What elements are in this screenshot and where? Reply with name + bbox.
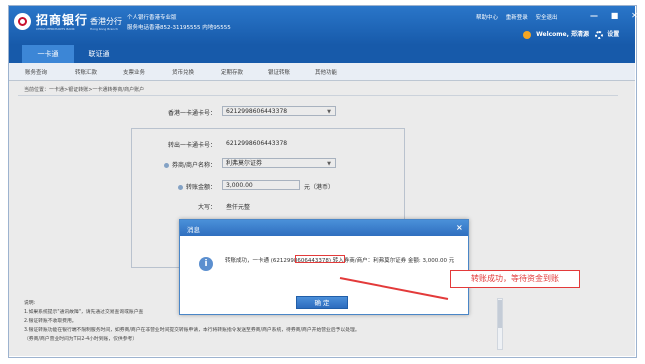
close-icon[interactable]: ×	[456, 223, 463, 232]
portal-title: 个人银行香港专业版	[127, 15, 177, 21]
subnav-transfer[interactable]: 转账汇款	[75, 68, 97, 76]
subnav-deposit[interactable]: 定期存款	[221, 68, 243, 76]
subnav-cheque[interactable]: 支票业务	[123, 68, 145, 76]
gear-icon[interactable]	[595, 30, 604, 39]
user-name: 郑清源	[571, 31, 590, 38]
welcome-text: Welcome,	[536, 31, 569, 38]
subnav-account-query[interactable]: 账务查询	[25, 68, 47, 76]
branch-name: 香港分行	[90, 17, 122, 26]
message-dialog: 消息 × i 转账成功，一卡通 (6212998606443378) 转入券商/…	[179, 219, 469, 315]
ok-button[interactable]: 确 定	[296, 296, 348, 309]
subnav-bank-securities[interactable]: 银证转账	[268, 68, 290, 76]
help-center-link[interactable]: 帮助中心	[476, 15, 498, 21]
bank-name: 招商银行	[36, 13, 89, 27]
settings-link[interactable]: 设置	[607, 31, 619, 38]
scrollbar-thumb[interactable]	[498, 300, 502, 328]
callout-note: 转账成功，等待资金到账	[450, 270, 580, 288]
notes-line: 3.银证转账功能在银行端不限制服务时间，如券商/商户在非营业时间提交转账申请，本…	[24, 328, 360, 333]
logout-link[interactable]: 安全退出	[536, 15, 558, 21]
dialog-title: 消息	[187, 226, 200, 234]
notes-line: （券商/商户营业时间为T日2-4小时到账，仅供参考）	[24, 337, 138, 342]
subnav-other[interactable]: 其他功能	[315, 68, 337, 76]
tab-zhengtong[interactable]: 联证通	[79, 45, 119, 63]
bank-logo-icon	[14, 13, 31, 30]
main-tab-bar: 一卡通 联证通	[9, 45, 635, 63]
subnav-fx[interactable]: 货币兑换	[172, 68, 194, 76]
amount-highlight	[295, 255, 345, 263]
dialog-title-bar	[180, 220, 468, 236]
service-hotline: 服务电话香港852-31195555 内地95555	[127, 25, 231, 31]
relogin-link[interactable]: 重新登录	[506, 15, 528, 21]
user-area: Welcome, 郑清源 设置	[523, 29, 619, 39]
sub-nav: 账务查询 转账汇款 支票业务 货币兑换 定期存款 银证转账 其他功能	[9, 63, 635, 81]
info-icon: i	[199, 257, 213, 271]
notes-line: 2.银证转账不收取费用。	[24, 319, 77, 324]
user-smile-icon	[523, 30, 531, 39]
bank-name-en: CHINA MERCHANTS BANK	[36, 27, 75, 31]
tab-yikatong[interactable]: 一卡通	[22, 45, 74, 63]
top-links: 帮助中心 重新登录 安全退出	[476, 13, 564, 21]
branch-name-en: Hong Kong Branch	[90, 27, 118, 31]
window-controls[interactable]: — ■ ✕	[590, 11, 643, 20]
